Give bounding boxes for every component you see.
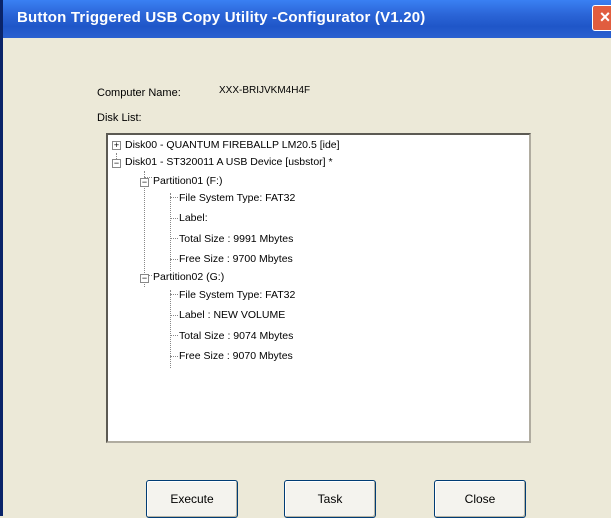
collapse-minus-icon[interactable]: − — [140, 178, 149, 187]
collapse-minus-icon[interactable]: − — [112, 159, 121, 168]
tree-connector — [170, 259, 178, 260]
tree-connector — [170, 238, 178, 239]
tree-item-disk01[interactable]: Disk01 - ST320011 A USB Device [usbstor]… — [125, 155, 333, 169]
tree-item-property[interactable]: Total Size : 9991 Mbytes — [179, 232, 293, 246]
computer-name-label: Computer Name: — [97, 87, 181, 99]
tree-connector — [170, 218, 178, 219]
task-button[interactable]: Task — [284, 480, 376, 518]
tree-item-partition02[interactable]: Partition02 (G:) — [153, 270, 224, 284]
tree-item-property[interactable]: File System Type: FAT32 — [179, 191, 295, 205]
tree-connector — [170, 294, 178, 295]
collapse-minus-icon[interactable]: − — [140, 274, 149, 283]
config-window: Button Triggered USB Copy Utility -Confi… — [0, 0, 611, 518]
tree-connector — [170, 335, 178, 336]
disk-list-label: Disk List: — [97, 112, 142, 124]
tree-connector — [170, 197, 178, 198]
client-area: Computer Name: XXX-BRIJVKM4H4F Disk List… — [3, 38, 611, 518]
tree-item-property[interactable]: File System Type: FAT32 — [179, 288, 295, 302]
computer-name-value: XXX-BRIJVKM4H4F — [219, 85, 311, 96]
close-icon[interactable]: × — [592, 5, 611, 31]
tree-item-partition01[interactable]: Partition01 (F:) — [153, 174, 222, 188]
expand-plus-icon[interactable]: + — [112, 141, 121, 150]
disk-list-tree[interactable]: + Disk00 - QUANTUM FIREBALLP LM20.5 [ide… — [106, 133, 531, 443]
close-button[interactable]: Close — [434, 480, 526, 518]
tree-item-property[interactable]: Label : NEW VOLUME — [179, 308, 285, 322]
tree-item-disk00[interactable]: Disk00 - QUANTUM FIREBALLP LM20.5 [ide] — [125, 138, 340, 152]
execute-button[interactable]: Execute — [146, 480, 238, 518]
tree-connector — [170, 356, 178, 357]
tree-connector — [170, 315, 178, 316]
tree-item-property[interactable]: Label: — [179, 211, 208, 225]
tree-item-property[interactable]: Free Size : 9700 Mbytes — [179, 252, 293, 266]
tree-connector — [144, 171, 145, 287]
tree-item-property[interactable]: Free Size : 9070 Mbytes — [179, 349, 293, 363]
title-bar[interactable]: Button Triggered USB Copy Utility -Confi… — [3, 0, 611, 38]
window-title: Button Triggered USB Copy Utility -Confi… — [17, 9, 426, 26]
tree-item-property[interactable]: Total Size : 9074 Mbytes — [179, 329, 293, 343]
